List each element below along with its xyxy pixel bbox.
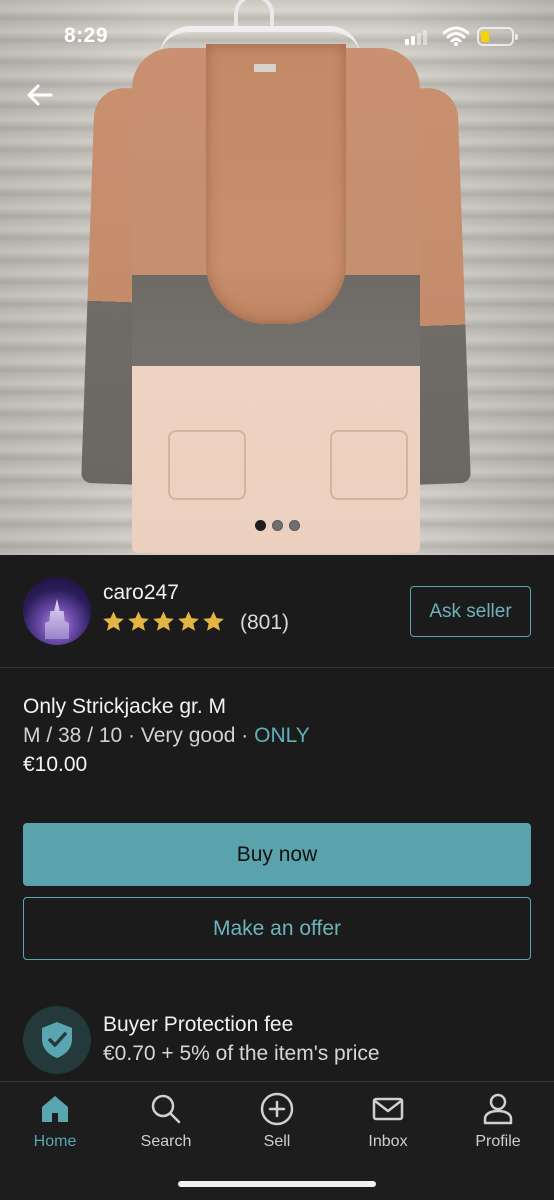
shield-check-icon — [42, 1022, 72, 1058]
tab-home[interactable]: Home — [5, 1092, 105, 1152]
star-icon — [203, 611, 224, 631]
star-icon — [103, 611, 124, 631]
cellular-signal-icon — [405, 30, 427, 45]
home-icon — [42, 1096, 68, 1122]
tab-inbox[interactable]: Inbox — [338, 1092, 438, 1152]
castle-image — [45, 599, 69, 639]
star-icon — [153, 611, 174, 631]
profile-icon — [483, 1093, 513, 1125]
seller-row: caro247 (801) Ask seller — [0, 555, 554, 668]
gallery-dot-1[interactable] — [254, 520, 266, 531]
star-icon — [128, 611, 149, 631]
item-title: Only Strickjacke gr. M — [23, 695, 227, 718]
tab-home-label: Home — [33, 1133, 77, 1150]
buyer-protection-badge[interactable] — [23, 1006, 91, 1074]
buyer-protection-title[interactable]: Buyer Protection fee — [103, 1013, 293, 1037]
search-icon — [151, 1094, 181, 1124]
cardigan-pocket-left — [168, 430, 246, 500]
wifi-icon — [443, 26, 469, 46]
back-arrow-icon[interactable] — [25, 80, 55, 110]
tab-search[interactable]: Search — [116, 1092, 216, 1152]
mail-icon — [372, 1097, 404, 1121]
cardigan-pocket-right — [330, 430, 408, 500]
tab-search-label: Search — [140, 1133, 192, 1150]
buyer-protection-description: €0.70 + 5% of the item's price — [103, 1042, 380, 1065]
seller-name[interactable]: caro247 — [103, 581, 179, 605]
star-icon — [178, 611, 199, 631]
cardigan-label — [254, 64, 276, 72]
tab-inbox-label: Inbox — [368, 1133, 408, 1150]
make-offer-button[interactable]: Make an offer — [23, 897, 531, 960]
buy-now-button[interactable]: Buy now — [23, 823, 531, 886]
tab-profile-label: Profile — [475, 1133, 521, 1150]
gallery-pagination — [0, 520, 554, 531]
tab-sell[interactable]: Sell — [227, 1092, 327, 1152]
avatar-logo — [39, 584, 75, 593]
seller-avatar[interactable] — [23, 577, 91, 645]
product-photo[interactable] — [0, 0, 554, 555]
item-size-condition: M / 38 / 10 · Very good · — [23, 724, 255, 747]
item-price: €10.00 — [23, 753, 88, 776]
home-indicator[interactable] — [178, 1181, 376, 1187]
tab-sell-label: Sell — [263, 1133, 291, 1150]
cardigan-opening — [206, 44, 346, 324]
brand-link[interactable]: ONLY — [254, 724, 310, 747]
rating-count[interactable]: (801) — [240, 611, 289, 635]
ask-seller-button[interactable]: Ask seller — [410, 586, 531, 637]
battery-icon — [477, 27, 518, 46]
gallery-dot-3[interactable] — [288, 520, 300, 531]
gallery-dot-2[interactable] — [271, 520, 283, 531]
item-details: M / 38 / 10 · Very good · ONLY — [23, 724, 310, 748]
plus-circle-icon — [260, 1092, 294, 1126]
tab-profile[interactable]: Profile — [448, 1092, 548, 1152]
status-time: 8:29 — [64, 24, 109, 47]
seller-rating-stars — [102, 610, 225, 633]
